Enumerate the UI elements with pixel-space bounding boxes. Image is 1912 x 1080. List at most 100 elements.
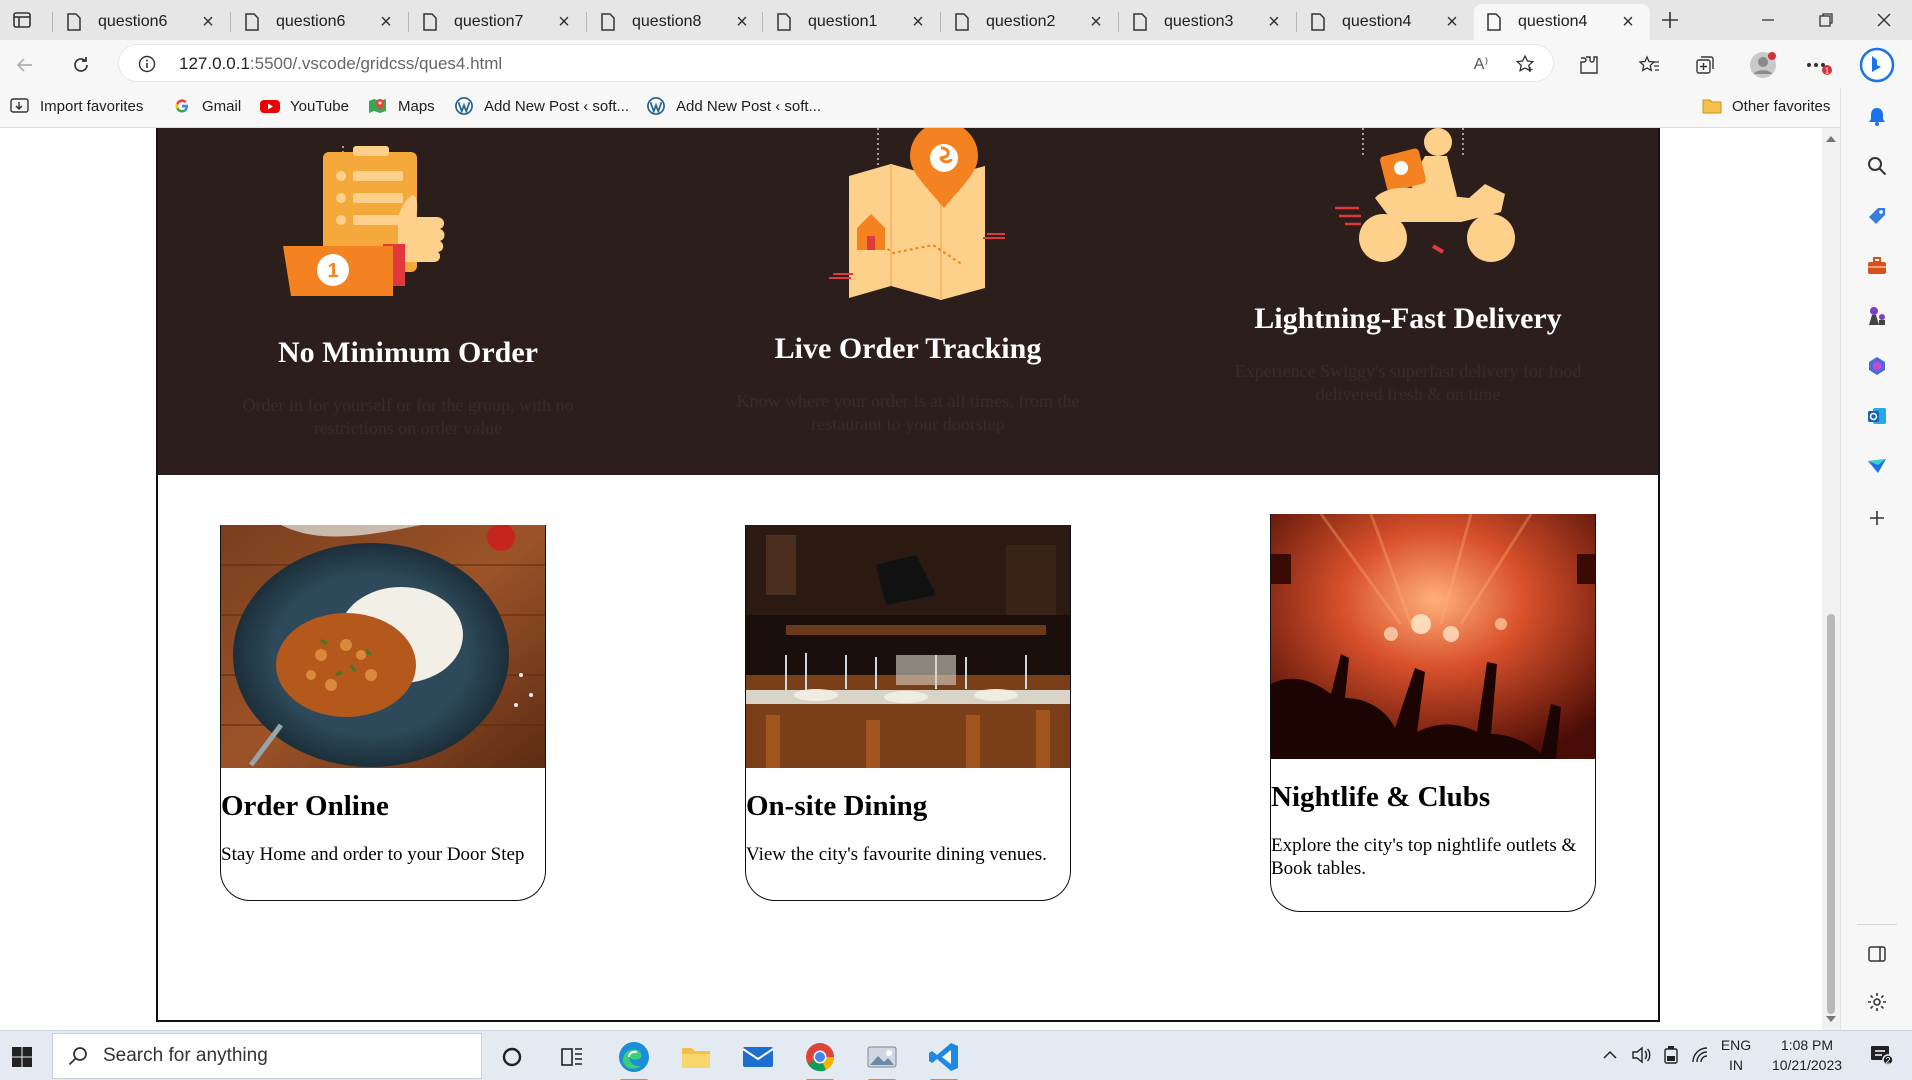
browser-toolbar: 127.0.0.1:5500/.vscode/gridcss/ques4.htm…	[0, 40, 1912, 88]
favorite-gmail[interactable]: Gmail	[172, 97, 241, 115]
sidebar-settings-icon[interactable]	[1863, 988, 1891, 1016]
photos-app-icon[interactable]	[862, 1037, 902, 1080]
page-icon	[777, 13, 791, 31]
bell-icon[interactable]	[1863, 102, 1891, 130]
favorite-youtube[interactable]: YouTube	[260, 97, 349, 115]
new-tab-icon[interactable]	[1656, 6, 1684, 34]
extensions-icon[interactable]	[1576, 52, 1602, 78]
close-icon[interactable]: ×	[198, 11, 218, 34]
close-icon[interactable]: ×	[554, 11, 574, 34]
browser-tab[interactable]: question4 ×	[1298, 4, 1474, 40]
mail-icon[interactable]	[738, 1037, 778, 1077]
close-window-icon[interactable]	[1872, 8, 1896, 32]
outlook-icon[interactable]	[1863, 402, 1891, 430]
url-text[interactable]: 127.0.0.1:5500/.vscode/gridcss/ques4.htm…	[179, 54, 502, 74]
battery-icon[interactable]	[1660, 1045, 1682, 1065]
file-explorer-icon[interactable]	[676, 1037, 716, 1077]
edge-sidebar	[1840, 88, 1912, 1030]
taskbar-search-box[interactable]: Search for anything	[52, 1033, 482, 1079]
browser-tab[interactable]: question6 ×	[232, 4, 408, 40]
site-info-icon[interactable]	[137, 54, 157, 74]
copilot-icon[interactable]	[1858, 46, 1896, 84]
favorite-label: Add New Post ‹ soft...	[484, 97, 630, 115]
scroll-thumb[interactable]	[1827, 614, 1835, 1014]
language-indicator[interactable]: ENG IN	[1718, 1035, 1754, 1075]
folder-icon	[1702, 99, 1722, 114]
close-icon[interactable]: ×	[1086, 11, 1106, 34]
favorites-bar: Import favorites Gmail YouTube Maps Add …	[0, 88, 1912, 128]
taskbar-search-placeholder: Search for anything	[103, 1045, 268, 1066]
browser-tab[interactable]: question8 ×	[588, 4, 764, 40]
task-view-icon[interactable]	[552, 1037, 592, 1077]
browser-tab[interactable]: question3 ×	[1120, 4, 1296, 40]
tab-title: question7	[454, 13, 524, 30]
page-icon	[423, 13, 437, 31]
volume-icon[interactable]	[1630, 1045, 1652, 1065]
favorite-wordpress-1[interactable]: Add New Post ‹ soft...	[454, 97, 629, 115]
favorite-wordpress-2[interactable]: Add New Post ‹ soft...	[646, 97, 821, 115]
scroll-up-arrow[interactable]	[1826, 136, 1836, 142]
close-icon[interactable]: ×	[1442, 11, 1462, 34]
browser-tab[interactable]: question6 ×	[54, 4, 230, 40]
close-icon[interactable]: ×	[1264, 11, 1284, 34]
browser-tab[interactable]: question7 ×	[410, 4, 586, 40]
card-title: Nightlife & Clubs	[1271, 781, 1491, 813]
browser-tab[interactable]: question1 ×	[764, 4, 940, 40]
browser-tab-active[interactable]: question4 ×	[1474, 4, 1650, 40]
chevron-up-icon[interactable]	[1600, 1045, 1620, 1065]
page-scrollbar[interactable]	[1822, 128, 1840, 1030]
close-icon[interactable]: ×	[1618, 11, 1638, 34]
favorite-maps[interactable]: Maps	[368, 97, 435, 115]
close-icon[interactable]: ×	[376, 11, 396, 34]
address-bar[interactable]: 127.0.0.1:5500/.vscode/gridcss/ques4.htm…	[118, 44, 1554, 82]
wifi-icon[interactable]	[1690, 1045, 1712, 1065]
edge-browser-icon[interactable]	[614, 1037, 654, 1080]
vscode-icon[interactable]	[924, 1037, 964, 1080]
service-card-order-online[interactable]: Order Online Stay Home and order to your…	[220, 525, 546, 901]
tools-briefcase-icon[interactable]	[1863, 252, 1891, 280]
restaurant-interior-photo	[746, 525, 1070, 768]
page-icon	[601, 13, 615, 31]
favorite-import[interactable]: Import favorites	[10, 97, 143, 115]
back-icon[interactable]	[12, 52, 38, 78]
add-favorite-icon[interactable]	[1513, 53, 1537, 75]
tab-title: question6	[98, 13, 168, 30]
service-card-onsite-dining[interactable]: On-site Dining View the city's favourite…	[745, 525, 1071, 901]
other-favorites-folder[interactable]: Other favorites	[1702, 97, 1830, 115]
tab-title: question2	[986, 13, 1056, 30]
read-aloud-icon[interactable]: A⁾	[1469, 53, 1493, 75]
refresh-icon[interactable]	[68, 52, 94, 78]
scroll-down-arrow[interactable]	[1826, 1016, 1836, 1022]
notification-center-icon[interactable]: 2	[1868, 1043, 1894, 1067]
settings-more-icon[interactable]: 1	[1804, 52, 1834, 78]
url-path: :5500/.vscode/gridcss/ques4.html	[249, 54, 503, 73]
favorites-icon[interactable]	[1636, 52, 1662, 78]
restore-icon[interactable]	[1814, 8, 1838, 32]
feature-description: Order in for yourself or for the group, …	[242, 395, 574, 438]
page-icon	[955, 13, 969, 31]
windows-start-icon[interactable]	[2, 1037, 42, 1077]
microsoft-365-icon[interactable]	[1863, 352, 1891, 380]
close-icon[interactable]: ×	[732, 11, 752, 34]
close-icon[interactable]: ×	[908, 11, 928, 34]
favorite-label: Maps	[398, 97, 435, 115]
youtube-icon	[260, 100, 280, 113]
tab-actions-icon[interactable]	[10, 8, 34, 32]
add-sidebar-app-icon[interactable]	[1863, 504, 1891, 532]
clock-time: 1:08 PM	[1780, 1037, 1834, 1053]
profile-avatar-icon[interactable]	[1748, 50, 1778, 80]
shopping-tag-icon[interactable]	[1863, 202, 1891, 230]
hide-sidebar-icon[interactable]	[1863, 940, 1891, 968]
minimize-icon[interactable]	[1756, 8, 1780, 32]
service-card-nightlife-clubs[interactable]: Nightlife & Clubs Explore the city's top…	[1270, 514, 1596, 912]
drop-send-icon[interactable]	[1863, 452, 1891, 480]
search-icon[interactable]	[1863, 152, 1891, 180]
card-title: Order Online	[221, 790, 389, 822]
cortana-icon[interactable]	[492, 1037, 532, 1077]
clock[interactable]: 1:08 PM 10/21/2023	[1762, 1035, 1852, 1075]
collections-icon[interactable]	[1692, 52, 1718, 78]
games-icon[interactable]	[1863, 302, 1891, 330]
favorite-label: Gmail	[202, 97, 242, 115]
browser-tab[interactable]: question2 ×	[942, 4, 1118, 40]
chrome-icon[interactable]	[800, 1037, 840, 1080]
